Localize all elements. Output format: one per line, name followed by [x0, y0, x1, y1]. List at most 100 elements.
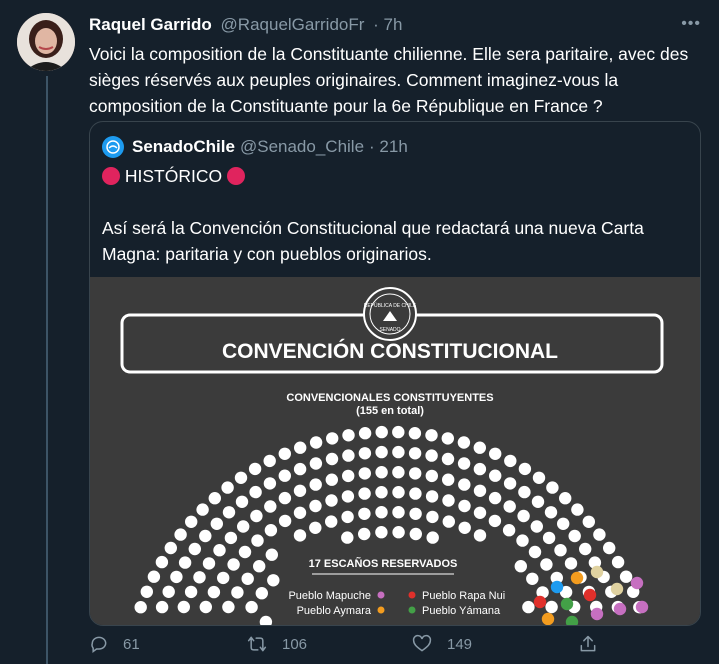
seat [375, 506, 388, 519]
seat [530, 520, 543, 533]
seat [196, 503, 209, 516]
seal-bottom: SENADO [379, 327, 400, 333]
quote-author-handle[interactable]: @Senado_Chile [240, 137, 364, 157]
more-icon[interactable]: ••• [681, 15, 701, 33]
seat [392, 425, 405, 439]
author-handle[interactable]: @RaquelGarridoFr [221, 15, 365, 34]
seat [213, 544, 226, 557]
avatar[interactable] [17, 13, 75, 71]
seat [341, 531, 354, 544]
legend-label: Pueblo Rapa Nui [422, 590, 505, 602]
like-count: 149 [447, 635, 473, 653]
seat [170, 570, 183, 584]
reserved-seat [630, 576, 644, 590]
seat [208, 492, 221, 505]
reply-icon [91, 636, 107, 653]
tweet-text: Voici la composition de la Constituante … [89, 44, 689, 116]
seat [249, 485, 262, 499]
seat [458, 478, 471, 491]
seat [409, 527, 422, 541]
legend-swatch [377, 606, 385, 614]
seat [177, 600, 190, 614]
seat [458, 499, 471, 513]
seat [155, 555, 169, 569]
seat [358, 467, 371, 480]
seat [174, 528, 187, 541]
seat [457, 457, 471, 470]
image-title: CONVENCIÓN CONSTITUCIONAL [222, 339, 558, 363]
seat [309, 436, 323, 449]
legend-swatch [377, 591, 385, 599]
seat [255, 587, 268, 600]
seat [217, 571, 230, 585]
seat [199, 529, 212, 543]
quoted-tweet[interactable]: SenadoChile @Senado_Chile · 21h HISTÓRIC… [89, 121, 701, 626]
seat [140, 585, 153, 598]
seat [199, 600, 212, 614]
seat [458, 521, 471, 534]
reserved-seat [590, 607, 604, 621]
seat [326, 432, 339, 445]
reserved-seat [583, 588, 597, 602]
seat [221, 481, 234, 494]
quote-image[interactable]: REPÚBLICA DE CHILE SENADO CONVENCIÓN CON… [90, 277, 700, 625]
seat [253, 560, 266, 573]
reserved-seat [533, 595, 547, 609]
tweet-time[interactable]: · 7h [373, 15, 402, 34]
seat [409, 467, 422, 480]
seat [473, 484, 487, 497]
seat [278, 491, 292, 505]
seat [546, 481, 559, 494]
reserved-label: 17 ESCAÑOS RESERVADOS [309, 557, 458, 570]
seat [473, 529, 487, 542]
quote-author-name[interactable]: SenadoChile [132, 137, 235, 157]
seat [234, 471, 248, 484]
reserved-seat [590, 565, 604, 579]
seat [293, 462, 307, 476]
quote-time[interactable]: · 21h [369, 137, 408, 157]
seat [341, 490, 355, 503]
seat [375, 486, 388, 499]
seat [265, 548, 278, 561]
reply-button[interactable]: 61 [89, 634, 140, 654]
seat [309, 457, 323, 470]
image-subtitle: CONVENCIONALES CONSTITUYENTES [286, 392, 493, 404]
legend-swatch [408, 591, 416, 599]
seat [408, 447, 422, 460]
seat [611, 555, 625, 569]
reserved-seat [570, 571, 584, 585]
tweet-header: Raquel Garrido @RaquelGarridoFr · 7h [89, 15, 402, 35]
seat [325, 494, 338, 507]
seat [245, 600, 258, 614]
seat [342, 449, 355, 462]
reserved-seat [541, 612, 555, 625]
seat [540, 558, 553, 571]
like-button[interactable]: 149 [411, 634, 472, 654]
author-name[interactable]: Raquel Garrido [89, 15, 212, 34]
quote-avatar[interactable] [102, 136, 124, 158]
seat [375, 445, 388, 459]
seat [544, 506, 558, 519]
seat [278, 447, 291, 460]
seat [425, 429, 438, 442]
retweet-icon [247, 636, 267, 652]
red-circle-emoji [226, 167, 245, 185]
seat [568, 529, 581, 543]
seat [358, 507, 371, 520]
seat [545, 600, 558, 614]
seat [514, 560, 527, 573]
seat [267, 574, 280, 587]
seat [593, 528, 606, 541]
seat [425, 469, 438, 483]
seat [503, 500, 516, 513]
seat [250, 509, 263, 523]
share-button[interactable] [578, 634, 612, 654]
seat [293, 529, 307, 542]
seat [251, 534, 264, 547]
reserved-seat [613, 602, 627, 616]
seat [263, 454, 276, 468]
seat [392, 486, 405, 499]
legend-label: Pueblo Aymara [297, 605, 372, 617]
retweet-button[interactable]: 106 [246, 634, 307, 654]
seat [237, 520, 250, 533]
